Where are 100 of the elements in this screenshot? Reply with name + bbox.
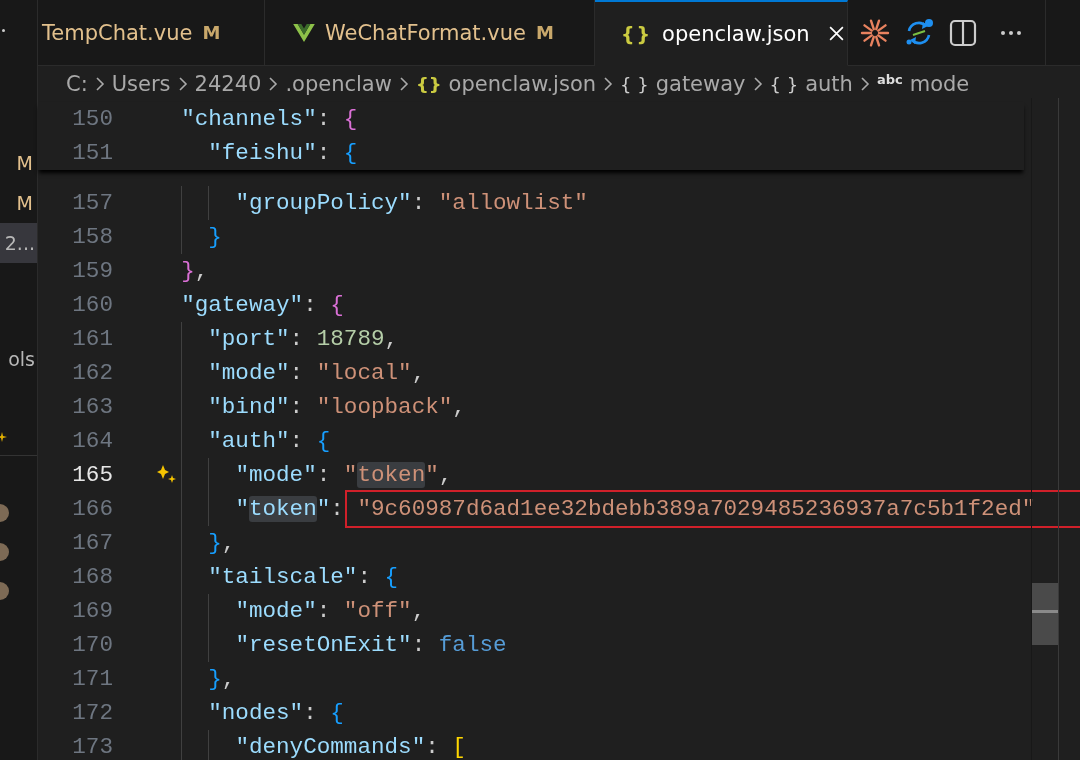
scrollbar-thumb[interactable] bbox=[1032, 583, 1058, 645]
sidebar-item[interactable]: ols bbox=[0, 339, 37, 379]
json-key: "nodes" bbox=[208, 700, 304, 726]
punctuation: : bbox=[289, 394, 305, 420]
punctuation: : bbox=[330, 496, 345, 522]
punctuation: : bbox=[316, 598, 332, 624]
json-string: "allowlist" bbox=[438, 190, 588, 216]
line-number: 158 bbox=[71, 224, 113, 250]
bracket: } bbox=[208, 530, 222, 556]
json-key: "channels" bbox=[181, 106, 317, 132]
chevron-right-icon bbox=[603, 76, 614, 92]
breadcrumb-item[interactable]: openclaw.json bbox=[448, 72, 597, 96]
bracket: { bbox=[316, 428, 331, 454]
punctuation: : bbox=[316, 106, 332, 132]
bracket: } bbox=[208, 224, 222, 250]
json-key: "mode" bbox=[235, 462, 317, 488]
editor-tab[interactable]: TempChat.vue M bbox=[38, 0, 265, 66]
braces-icon: { } bbox=[769, 73, 799, 95]
punctuation: , bbox=[411, 598, 426, 624]
vue-logo-icon bbox=[293, 23, 315, 42]
line-number: 161 bbox=[71, 326, 113, 352]
punctuation: , bbox=[384, 326, 399, 352]
breadcrumb-item[interactable]: Users bbox=[111, 72, 171, 96]
punctuation: : bbox=[303, 292, 318, 318]
punctuation: : bbox=[357, 564, 372, 590]
punctuation: : bbox=[411, 190, 427, 216]
json-key: "mode" bbox=[235, 598, 317, 624]
punctuation: , bbox=[411, 360, 426, 386]
breadcrumb-item[interactable]: auth bbox=[805, 72, 853, 96]
json-key: "gateway" bbox=[181, 292, 304, 318]
bracket: { bbox=[330, 700, 344, 726]
scrollbar[interactable] bbox=[1031, 98, 1059, 760]
json-key: " bbox=[235, 496, 249, 522]
breadcrumb-item[interactable]: gateway bbox=[655, 72, 746, 96]
json-key: " bbox=[316, 496, 331, 522]
braces-icon: { } bbox=[620, 73, 649, 95]
sidebar-item[interactable]: M bbox=[0, 183, 37, 223]
json-string: "off" bbox=[343, 598, 412, 624]
punctuation: , bbox=[194, 258, 209, 284]
editor-tab[interactable]: WeChatFormat.vue M bbox=[265, 0, 595, 66]
punctuation: : bbox=[411, 632, 427, 658]
line-number: 157 bbox=[71, 190, 113, 216]
line-number: 165 bbox=[71, 462, 113, 488]
punctuation: , bbox=[452, 394, 466, 420]
json-key: "bind" bbox=[208, 394, 290, 420]
line-number: 164 bbox=[71, 428, 113, 454]
braces-icon: {} bbox=[621, 22, 653, 45]
json-key: "groupPolicy" bbox=[235, 190, 412, 216]
editor-tab[interactable]: {} openclaw.json bbox=[595, 0, 848, 66]
line-number: 166 bbox=[71, 496, 113, 522]
bracket: { bbox=[330, 292, 344, 318]
punctuation: : bbox=[289, 326, 305, 352]
starburst-icon[interactable] bbox=[860, 17, 890, 48]
line-number: 173 bbox=[71, 734, 113, 760]
breadcrumb-item[interactable]: 24240 bbox=[194, 72, 262, 96]
chevron-right-icon bbox=[398, 76, 409, 92]
json-key: token bbox=[248, 496, 317, 522]
json-string: "local" bbox=[316, 360, 412, 386]
punctuation: : bbox=[289, 360, 305, 386]
punctuation: : bbox=[316, 462, 332, 488]
json-string: " bbox=[343, 462, 358, 488]
dot-icon bbox=[2, 29, 5, 32]
sidebar-item[interactable]: 2... bbox=[0, 223, 37, 263]
bracket: [ bbox=[452, 734, 466, 760]
chevron-right-icon bbox=[268, 76, 279, 92]
sidebar-item[interactable]: M bbox=[0, 143, 37, 183]
chevron-right-icon bbox=[859, 76, 870, 92]
json-number: 18789 bbox=[316, 326, 385, 352]
punctuation: : bbox=[289, 428, 305, 454]
breadcrumb-item[interactable]: .openclaw bbox=[285, 72, 392, 96]
line-number: 162 bbox=[71, 360, 113, 386]
line-number: 160 bbox=[71, 292, 113, 318]
bracket: { bbox=[384, 564, 399, 590]
breadcrumb-item[interactable]: mode bbox=[909, 72, 970, 96]
bracket: } bbox=[208, 666, 222, 692]
chevron-right-icon bbox=[94, 76, 105, 92]
chevron-right-icon bbox=[752, 76, 763, 92]
json-key: "resetOnExit" bbox=[235, 632, 412, 658]
line-number: 150 bbox=[71, 106, 113, 132]
line-number: 151 bbox=[71, 140, 113, 166]
sparkle-icon[interactable] bbox=[157, 464, 177, 484]
line-number: 163 bbox=[71, 394, 113, 420]
breadcrumb-item[interactable]: C: bbox=[66, 72, 88, 96]
punctuation: : bbox=[303, 700, 318, 726]
json-key: "feishu" bbox=[208, 140, 317, 166]
json-key: "auth" bbox=[208, 428, 290, 454]
json-string: "loopback" bbox=[316, 394, 453, 420]
json-string: "9c60987d6ad1ee32bdebb389a7029485236937a7c5b1f2ed" bbox=[345, 490, 1080, 528]
close-icon[interactable] bbox=[827, 25, 845, 42]
json-boolean: false bbox=[438, 632, 507, 658]
sparkle-icon bbox=[0, 432, 7, 442]
line-number: 172 bbox=[71, 700, 113, 726]
json-string: " bbox=[425, 462, 439, 488]
punctuation: : bbox=[425, 734, 440, 760]
string-icon: abc bbox=[876, 72, 903, 87]
line-number: 170 bbox=[71, 632, 113, 658]
json-string: token bbox=[357, 462, 426, 488]
split-editor-icon[interactable] bbox=[948, 17, 978, 48]
punctuation: : bbox=[316, 140, 332, 166]
braces-icon: {} bbox=[415, 73, 442, 95]
